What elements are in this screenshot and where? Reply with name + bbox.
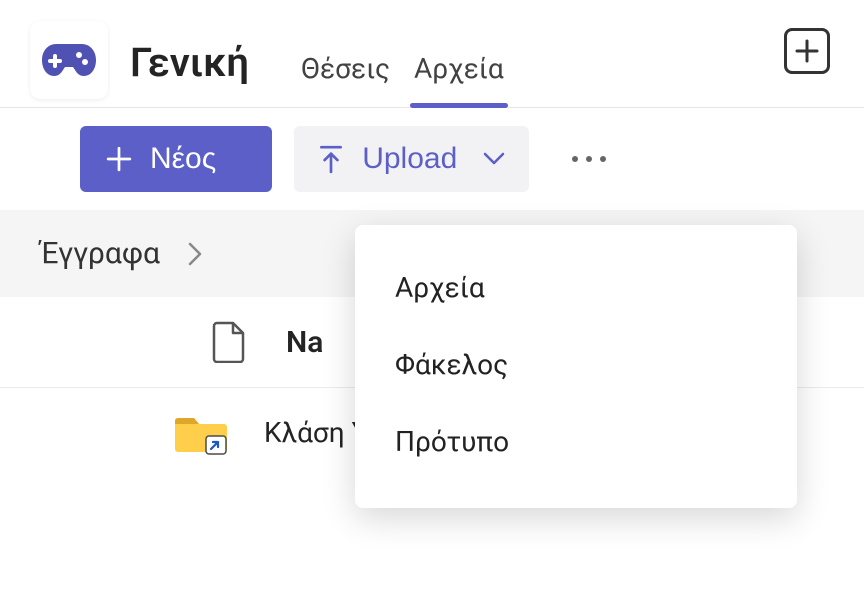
upload-button-label: Upload	[362, 142, 457, 176]
plus-icon	[106, 146, 132, 172]
upload-icon	[318, 144, 344, 174]
chevron-down-icon	[483, 152, 505, 166]
document-icon	[212, 321, 246, 363]
chevron-right-icon	[188, 242, 202, 266]
tab-posts[interactable]: Θέσεις	[289, 52, 402, 107]
tab-files[interactable]: Αρχεία	[402, 52, 516, 107]
tabs: Θέσεις Αρχεία	[289, 18, 516, 107]
column-name-header[interactable]: Na	[286, 325, 323, 360]
add-tab-button[interactable]	[784, 28, 830, 74]
gamepad-icon	[41, 40, 97, 80]
team-avatar	[30, 21, 108, 99]
ellipsis-icon	[569, 153, 609, 165]
new-button[interactable]: Νέος	[80, 126, 272, 192]
folder-shortcut-icon	[174, 408, 228, 456]
plus-icon	[795, 39, 819, 63]
more-actions-button[interactable]	[569, 153, 609, 165]
upload-menu-template[interactable]: Πρότυπο	[355, 403, 797, 480]
breadcrumb-root[interactable]: Έγγραφα	[40, 236, 160, 271]
upload-dropdown: Αρχεία Φάκελος Πρότυπο	[355, 225, 797, 508]
channel-header: Γενική Θέσεις Αρχεία	[0, 0, 864, 108]
upload-menu-files[interactable]: Αρχεία	[355, 249, 797, 326]
file-type-header-icon	[212, 321, 246, 363]
files-toolbar: Νέος Upload	[0, 108, 864, 210]
upload-button[interactable]: Upload	[294, 126, 529, 192]
upload-menu-folder[interactable]: Φάκελος	[355, 326, 797, 403]
channel-title: Γενική	[130, 39, 249, 86]
new-button-label: Νέος	[150, 142, 216, 176]
